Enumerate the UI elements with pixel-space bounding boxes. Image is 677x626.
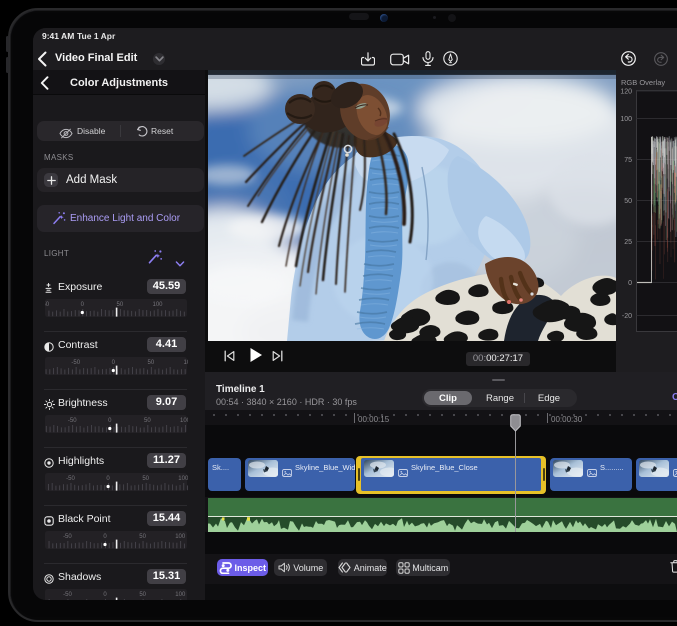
svg-text:0: 0	[106, 476, 110, 482]
svg-text:100: 100	[183, 360, 188, 366]
svg-text:120: 120	[620, 89, 632, 96]
svg-text:50: 50	[139, 592, 146, 598]
svg-text:50: 50	[144, 418, 151, 424]
svg-text:0: 0	[80, 302, 84, 308]
svg-text:50: 50	[624, 198, 632, 205]
svg-text:100: 100	[178, 476, 188, 482]
svg-text:0: 0	[103, 592, 107, 598]
svg-text:25: 25	[624, 239, 632, 246]
svg-text:-50: -50	[63, 534, 72, 540]
svg-text:-50: -50	[67, 418, 76, 424]
svg-text:100: 100	[620, 116, 632, 123]
svg-text:-50: -50	[66, 476, 75, 482]
svg-text:50: 50	[139, 534, 146, 540]
svg-text:100: 100	[175, 592, 186, 598]
svg-text:0: 0	[108, 418, 112, 424]
svg-text:100: 100	[175, 534, 186, 540]
svg-text:100: 100	[152, 302, 163, 308]
svg-text:50: 50	[116, 302, 123, 308]
svg-text:-50: -50	[45, 302, 50, 308]
svg-text:50: 50	[142, 476, 149, 482]
svg-text:100: 100	[180, 418, 188, 424]
svg-text:-20: -20	[622, 313, 632, 320]
svg-text:0: 0	[111, 360, 115, 366]
svg-text:0: 0	[103, 534, 107, 540]
svg-text:75: 75	[624, 157, 632, 164]
svg-text:50: 50	[147, 360, 154, 366]
svg-text:0: 0	[628, 280, 632, 287]
svg-text:-50: -50	[71, 360, 80, 366]
svg-text:-50: -50	[63, 592, 72, 598]
